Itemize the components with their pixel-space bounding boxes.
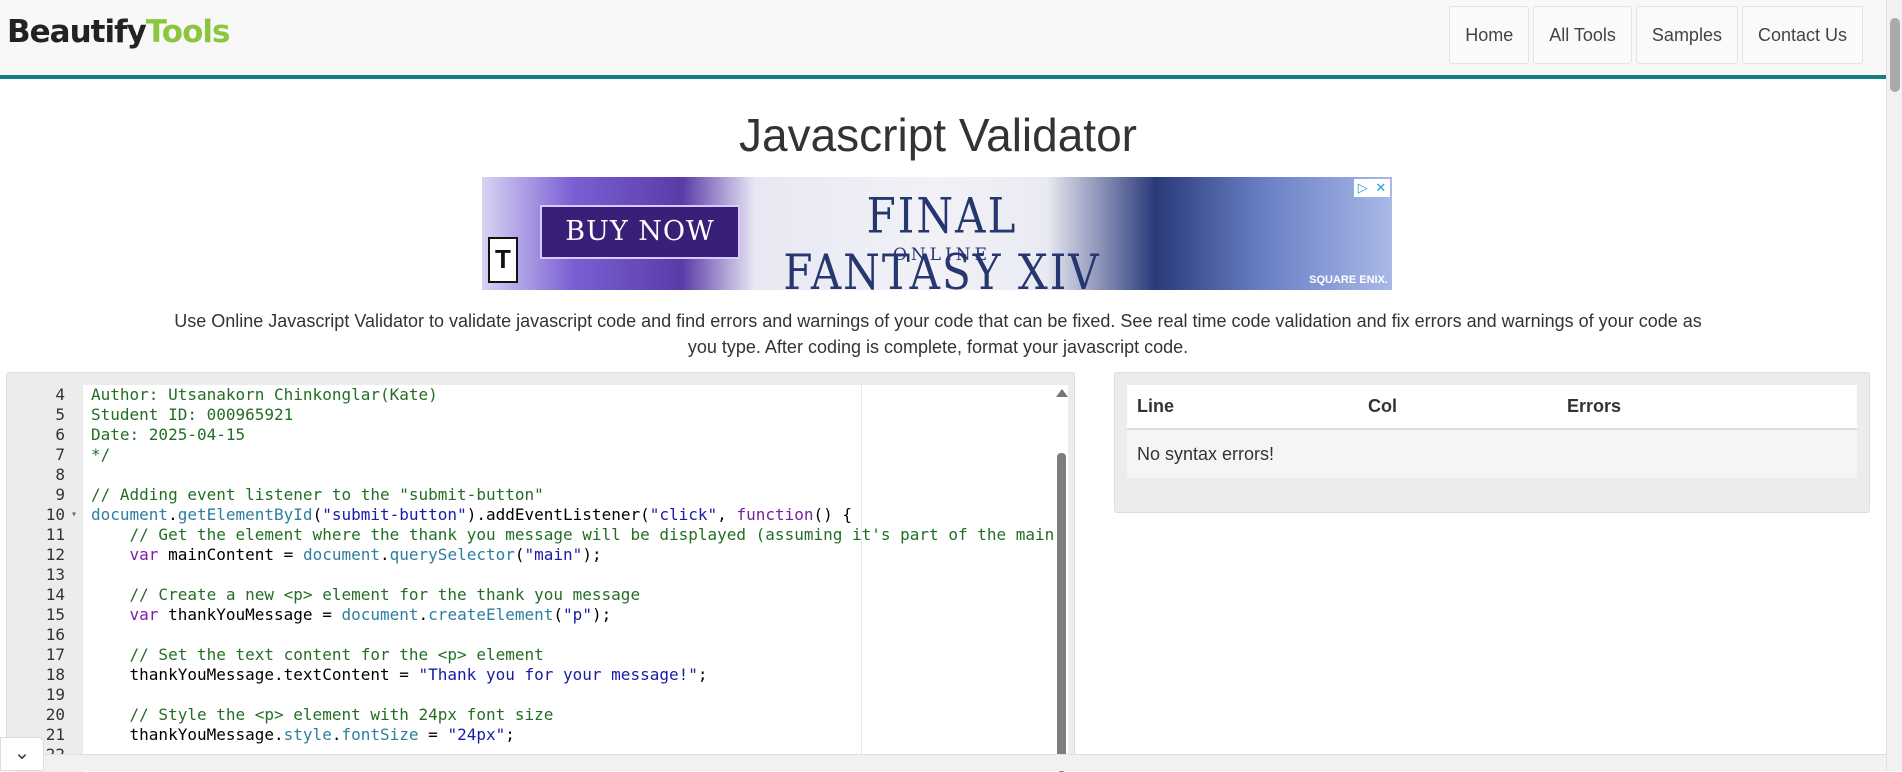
results-header-row: Line Col Errors bbox=[1127, 385, 1857, 430]
code-line[interactable]: 8 bbox=[15, 465, 1055, 485]
code-line[interactable]: 4 Author: Utsanakorn Chinkonglar(Kate) bbox=[15, 385, 1055, 405]
code-line[interactable]: 17 // Set the text content for the <p> e… bbox=[15, 645, 1055, 665]
line-number: 16 bbox=[45, 625, 65, 644]
header-col: Col bbox=[1368, 396, 1397, 416]
line-number: 8 bbox=[55, 465, 65, 484]
code-text: thankYouMessage.textContent = "Thank you… bbox=[91, 665, 708, 684]
line-number: 11 bbox=[45, 525, 65, 544]
navbar: BeautifyTools Home All Tools Samples Con… bbox=[0, 0, 1886, 79]
code-editor-panel: 4 Author: Utsanakorn Chinkonglar(Kate) 5 St… bbox=[6, 372, 1075, 772]
line-number: 9 bbox=[55, 485, 65, 504]
fold-arrow-icon[interactable]: ▾ bbox=[67, 505, 81, 525]
code-text: // Style the <p> element with 24px font … bbox=[129, 705, 554, 724]
code-text: Date: 2025-04-15 bbox=[91, 425, 246, 444]
code-line[interactable]: 9 // Adding event listener to the "submit… bbox=[15, 485, 1055, 505]
line-number: 18 bbox=[45, 665, 65, 684]
code-line[interactable]: 16 bbox=[15, 625, 1055, 645]
code-text: document.getElementById("submit-button")… bbox=[91, 505, 853, 524]
line-number: 20 bbox=[45, 705, 65, 724]
line-number: 13 bbox=[45, 565, 65, 584]
editor-lines[interactable]: 4 Author: Utsanakorn Chinkonglar(Kate) 5 St… bbox=[15, 385, 1055, 765]
header-line: Line bbox=[1137, 396, 1175, 416]
code-line[interactable]: 14 // Create a new <p> element for the t… bbox=[15, 585, 1055, 605]
chevron-down-icon[interactable]: ⌄ bbox=[0, 737, 44, 771]
code-text: var thankYouMessage = document.createEle… bbox=[129, 605, 612, 624]
line-number: 4 bbox=[55, 385, 65, 404]
scroll-up-arrow-icon[interactable] bbox=[1056, 389, 1068, 397]
editor-scrollbar[interactable] bbox=[1055, 385, 1068, 772]
ad-publisher: SQUARE ENIX. bbox=[1309, 274, 1388, 286]
ad-buy-now-button[interactable]: BUY NOW bbox=[540, 205, 740, 259]
validation-results-panel: Line Col Errors No syntax errors! bbox=[1114, 372, 1870, 513]
nav-menu: Home All Tools Samples Contact Us bbox=[1449, 6, 1863, 64]
line-number: 6 bbox=[55, 425, 65, 444]
code-line[interactable]: 18 thankYouMessage.textContent = "Thank … bbox=[15, 665, 1055, 685]
site-logo[interactable]: BeautifyTools bbox=[7, 14, 231, 50]
code-line[interactable]: 6 Date: 2025-04-15 bbox=[15, 425, 1055, 445]
logo-text-tools: Tools bbox=[145, 14, 231, 50]
code-line[interactable]: 19 bbox=[15, 685, 1055, 705]
code-line[interactable]: 20 // Style the <p> element with 24px fo… bbox=[15, 705, 1055, 725]
line-number: 7 bbox=[55, 445, 65, 464]
code-line[interactable]: 11 // Get the element where the thank yo… bbox=[15, 525, 1055, 545]
ad-choices[interactable]: ▷ ✕ bbox=[1354, 179, 1390, 197]
line-number: 17 bbox=[45, 645, 65, 664]
results-row: No syntax errors! bbox=[1127, 430, 1857, 478]
code-line[interactable]: 5 Student ID: 000965921 bbox=[15, 405, 1055, 425]
no-errors-message: No syntax errors! bbox=[1137, 443, 1275, 464]
code-line[interactable]: 7 */ bbox=[15, 445, 1055, 465]
code-text: // Get the element where the thank you m… bbox=[129, 525, 1055, 544]
code-line[interactable]: 12 var mainContent = document.querySelec… bbox=[15, 545, 1055, 565]
code-text: Student ID: 000965921 bbox=[91, 405, 294, 424]
header-errors: Errors bbox=[1567, 396, 1622, 416]
code-line[interactable]: 13 bbox=[15, 565, 1055, 585]
tool-description: Use Online Javascript Validator to valid… bbox=[174, 311, 1702, 357]
line-number: 15 bbox=[45, 605, 65, 624]
code-text: */ bbox=[91, 445, 111, 464]
nav-contact-us[interactable]: Contact Us bbox=[1741, 6, 1863, 64]
page-scrollbar[interactable] bbox=[1886, 0, 1902, 771]
line-number: 14 bbox=[45, 585, 65, 604]
code-text: // Create a new <p> element for the than… bbox=[129, 585, 641, 604]
code-text: // Set the text content for the <p> elem… bbox=[129, 645, 544, 664]
editor-scrollbar-thumb[interactable] bbox=[1057, 453, 1066, 772]
logo-text-beautify: Beautify bbox=[7, 14, 147, 50]
page-horizontal-scrollbar[interactable] bbox=[0, 754, 1886, 771]
page-title: Javascript Validator bbox=[739, 109, 1137, 161]
ad-banner[interactable]: T BUY NOW FINAL FANTASY XIV ONLINE SQUAR… bbox=[482, 177, 1392, 290]
code-text: Author: Utsanakorn Chinkonglar(Kate) bbox=[91, 385, 438, 404]
ad-close-icon[interactable]: ✕ bbox=[1375, 180, 1386, 196]
results-table: Line Col Errors No syntax errors! bbox=[1127, 385, 1857, 478]
line-number: 19 bbox=[45, 685, 65, 704]
code-text: thankYouMessage.style.fontSize = "24px"; bbox=[91, 725, 515, 744]
code-text: var mainContent = document.querySelector… bbox=[129, 545, 602, 564]
code-text: // Adding event listener to the "submit-… bbox=[91, 485, 544, 504]
code-line[interactable]: 21 thankYouMessage.style.fontSize = "24p… bbox=[15, 725, 1055, 745]
ad-game-subtitle: ONLINE bbox=[892, 245, 992, 265]
nav-all-tools[interactable]: All Tools bbox=[1533, 6, 1632, 64]
line-number: 5 bbox=[55, 405, 65, 424]
nav-home[interactable]: Home bbox=[1449, 6, 1530, 64]
ad-game-title: FINAL FANTASY XIV bbox=[783, 187, 1101, 290]
page-scrollbar-thumb[interactable] bbox=[1890, 18, 1900, 92]
code-editor[interactable]: 4 Author: Utsanakorn Chinkonglar(Kate) 5 St… bbox=[15, 385, 1068, 772]
esrb-rating-badge: T bbox=[488, 237, 518, 283]
code-line[interactable]: 10 ▾ document.getElementById("submit-butto… bbox=[15, 505, 1055, 525]
line-number: 10 bbox=[45, 505, 65, 524]
nav-samples[interactable]: Samples bbox=[1635, 6, 1738, 64]
code-line[interactable]: 15 var thankYouMessage = document.create… bbox=[15, 605, 1055, 625]
ad-choices-icon[interactable]: ▷ bbox=[1358, 180, 1368, 196]
line-number: 12 bbox=[45, 545, 65, 564]
